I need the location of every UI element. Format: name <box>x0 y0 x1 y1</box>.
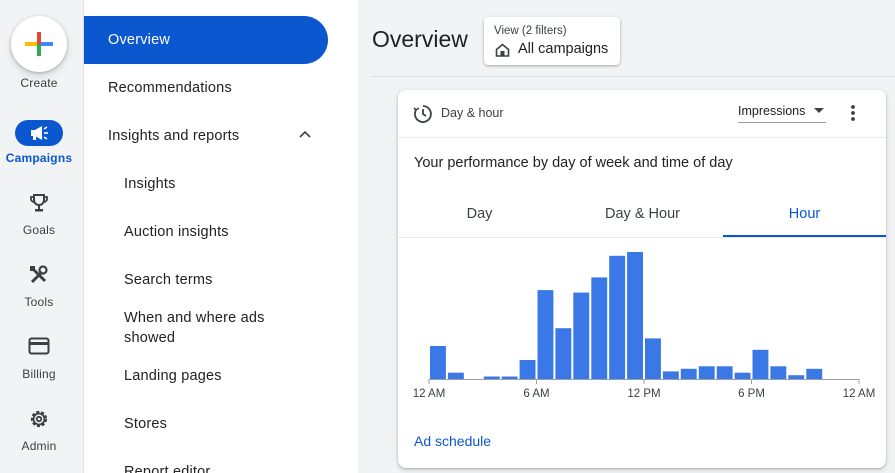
bar-hour-15 <box>698 366 715 379</box>
bar-hour-13 <box>662 371 679 379</box>
plus-icon <box>25 32 53 56</box>
tab-day[interactable]: Day <box>398 193 561 237</box>
bar-hour-9 <box>591 277 608 379</box>
nav-item-recommendations[interactable]: Recommendations <box>84 64 328 112</box>
card-header: Day & hour Impressions <box>398 90 886 138</box>
bar-hour-4 <box>501 376 518 379</box>
bar-hour-18 <box>752 349 769 379</box>
megaphone-icon <box>15 120 63 146</box>
bar-hour-12 <box>645 338 661 379</box>
metric-dropdown[interactable]: Impressions <box>738 104 826 123</box>
tab-divider <box>398 237 886 238</box>
rail-item-campaigns[interactable]: Campaigns <box>0 118 78 182</box>
nav-item-when-where[interactable]: When and where ads showed <box>84 304 284 352</box>
view-filter-chip[interactable]: View (2 filters) All campaigns <box>484 17 620 65</box>
bar-hour-0 <box>430 346 446 379</box>
bar-hour-1 <box>447 372 464 380</box>
nav-item-overview[interactable]: Overview <box>84 16 328 64</box>
hourly-bar-chart: 12 AM 6 AM 12 PM 6 PM 12 AM <box>413 252 876 400</box>
rail-item-goals[interactable]: Goals <box>0 190 78 254</box>
bar-hour-6 <box>537 290 554 379</box>
view-filter-value: All campaigns <box>518 41 609 57</box>
trophy-icon <box>28 192 50 214</box>
create-button[interactable] <box>11 16 67 72</box>
view-filter-label: View (2 filters) <box>494 25 567 37</box>
bar-hour-3 <box>483 376 500 379</box>
nav-item-report-editor[interactable]: Report editor <box>84 448 328 473</box>
rail-label-admin: Admin <box>21 439 57 453</box>
card-title: Day & hour <box>441 106 504 120</box>
rail-label-campaigns: Campaigns <box>5 151 73 165</box>
nav-item-landing-pages[interactable]: Landing pages <box>84 352 328 400</box>
page-title: Overview <box>372 26 468 52</box>
rail-item-billing[interactable]: Billing <box>0 334 78 398</box>
tab-day-hour[interactable]: Day & Hour <box>561 193 724 237</box>
nav-item-auction-insights[interactable]: Auction insights <box>84 208 328 256</box>
metric-value: Impressions <box>738 104 806 118</box>
rail-item-admin[interactable]: Admin <box>0 406 78 470</box>
x-tick-label: 12 AM <box>843 388 876 400</box>
card-subtitle: Your performance by day of week and time… <box>414 155 733 171</box>
header-divider <box>372 76 895 77</box>
nav-group-insights-reports[interactable]: Insights and reports <box>84 112 328 160</box>
x-tick-label: 6 AM <box>523 388 549 400</box>
credit-card-icon <box>28 337 50 355</box>
nav-item-search-terms[interactable]: Search terms <box>84 256 328 304</box>
bar-hour-16 <box>716 366 733 379</box>
bar-hour-10 <box>609 255 626 379</box>
nav-group-label: Insights and reports <box>108 128 240 144</box>
bar-hour-20 <box>788 375 805 379</box>
day-hour-card: Day & hour Impressions Your performance … <box>398 90 886 468</box>
house-icon <box>495 43 510 57</box>
caret-down-icon <box>814 108 824 113</box>
bar-hour-17 <box>734 372 751 380</box>
bar-hour-14 <box>680 368 697 379</box>
bar-hour-7 <box>555 328 572 379</box>
tools-icon <box>28 264 50 286</box>
icon-rail: Create Campaigns Goals Tools Billing Adm… <box>0 0 84 473</box>
bar-hour-11 <box>627 252 643 379</box>
tab-hour[interactable]: Hour <box>723 193 886 237</box>
rail-item-tools[interactable]: Tools <box>0 262 78 326</box>
main-content: Overview View (2 filters) All campaigns … <box>358 0 895 473</box>
bar-hour-5 <box>519 360 536 380</box>
chevron-up-icon <box>299 130 311 138</box>
x-tick-label: 6 PM <box>738 388 765 400</box>
rail-label-tools: Tools <box>24 295 54 309</box>
x-tick-label: 12 AM <box>413 388 446 400</box>
bar-hour-8 <box>573 292 590 379</box>
rail-label-goals: Goals <box>22 223 56 237</box>
x-tick-label: 12 PM <box>627 388 660 400</box>
nav-item-stores[interactable]: Stores <box>84 400 328 448</box>
gear-icon <box>28 408 50 430</box>
more-vert-icon[interactable] <box>846 103 860 123</box>
create-label: Create <box>20 76 58 90</box>
bar-hour-21 <box>806 368 823 379</box>
nav-item-insights[interactable]: Insights <box>84 160 328 208</box>
ad-schedule-link[interactable]: Ad schedule <box>414 433 491 449</box>
clock-icon <box>413 105 432 123</box>
rail-label-billing: Billing <box>22 367 56 381</box>
side-nav: Overview Recommendations Insights and re… <box>84 0 358 473</box>
bar-hour-19 <box>770 366 787 379</box>
